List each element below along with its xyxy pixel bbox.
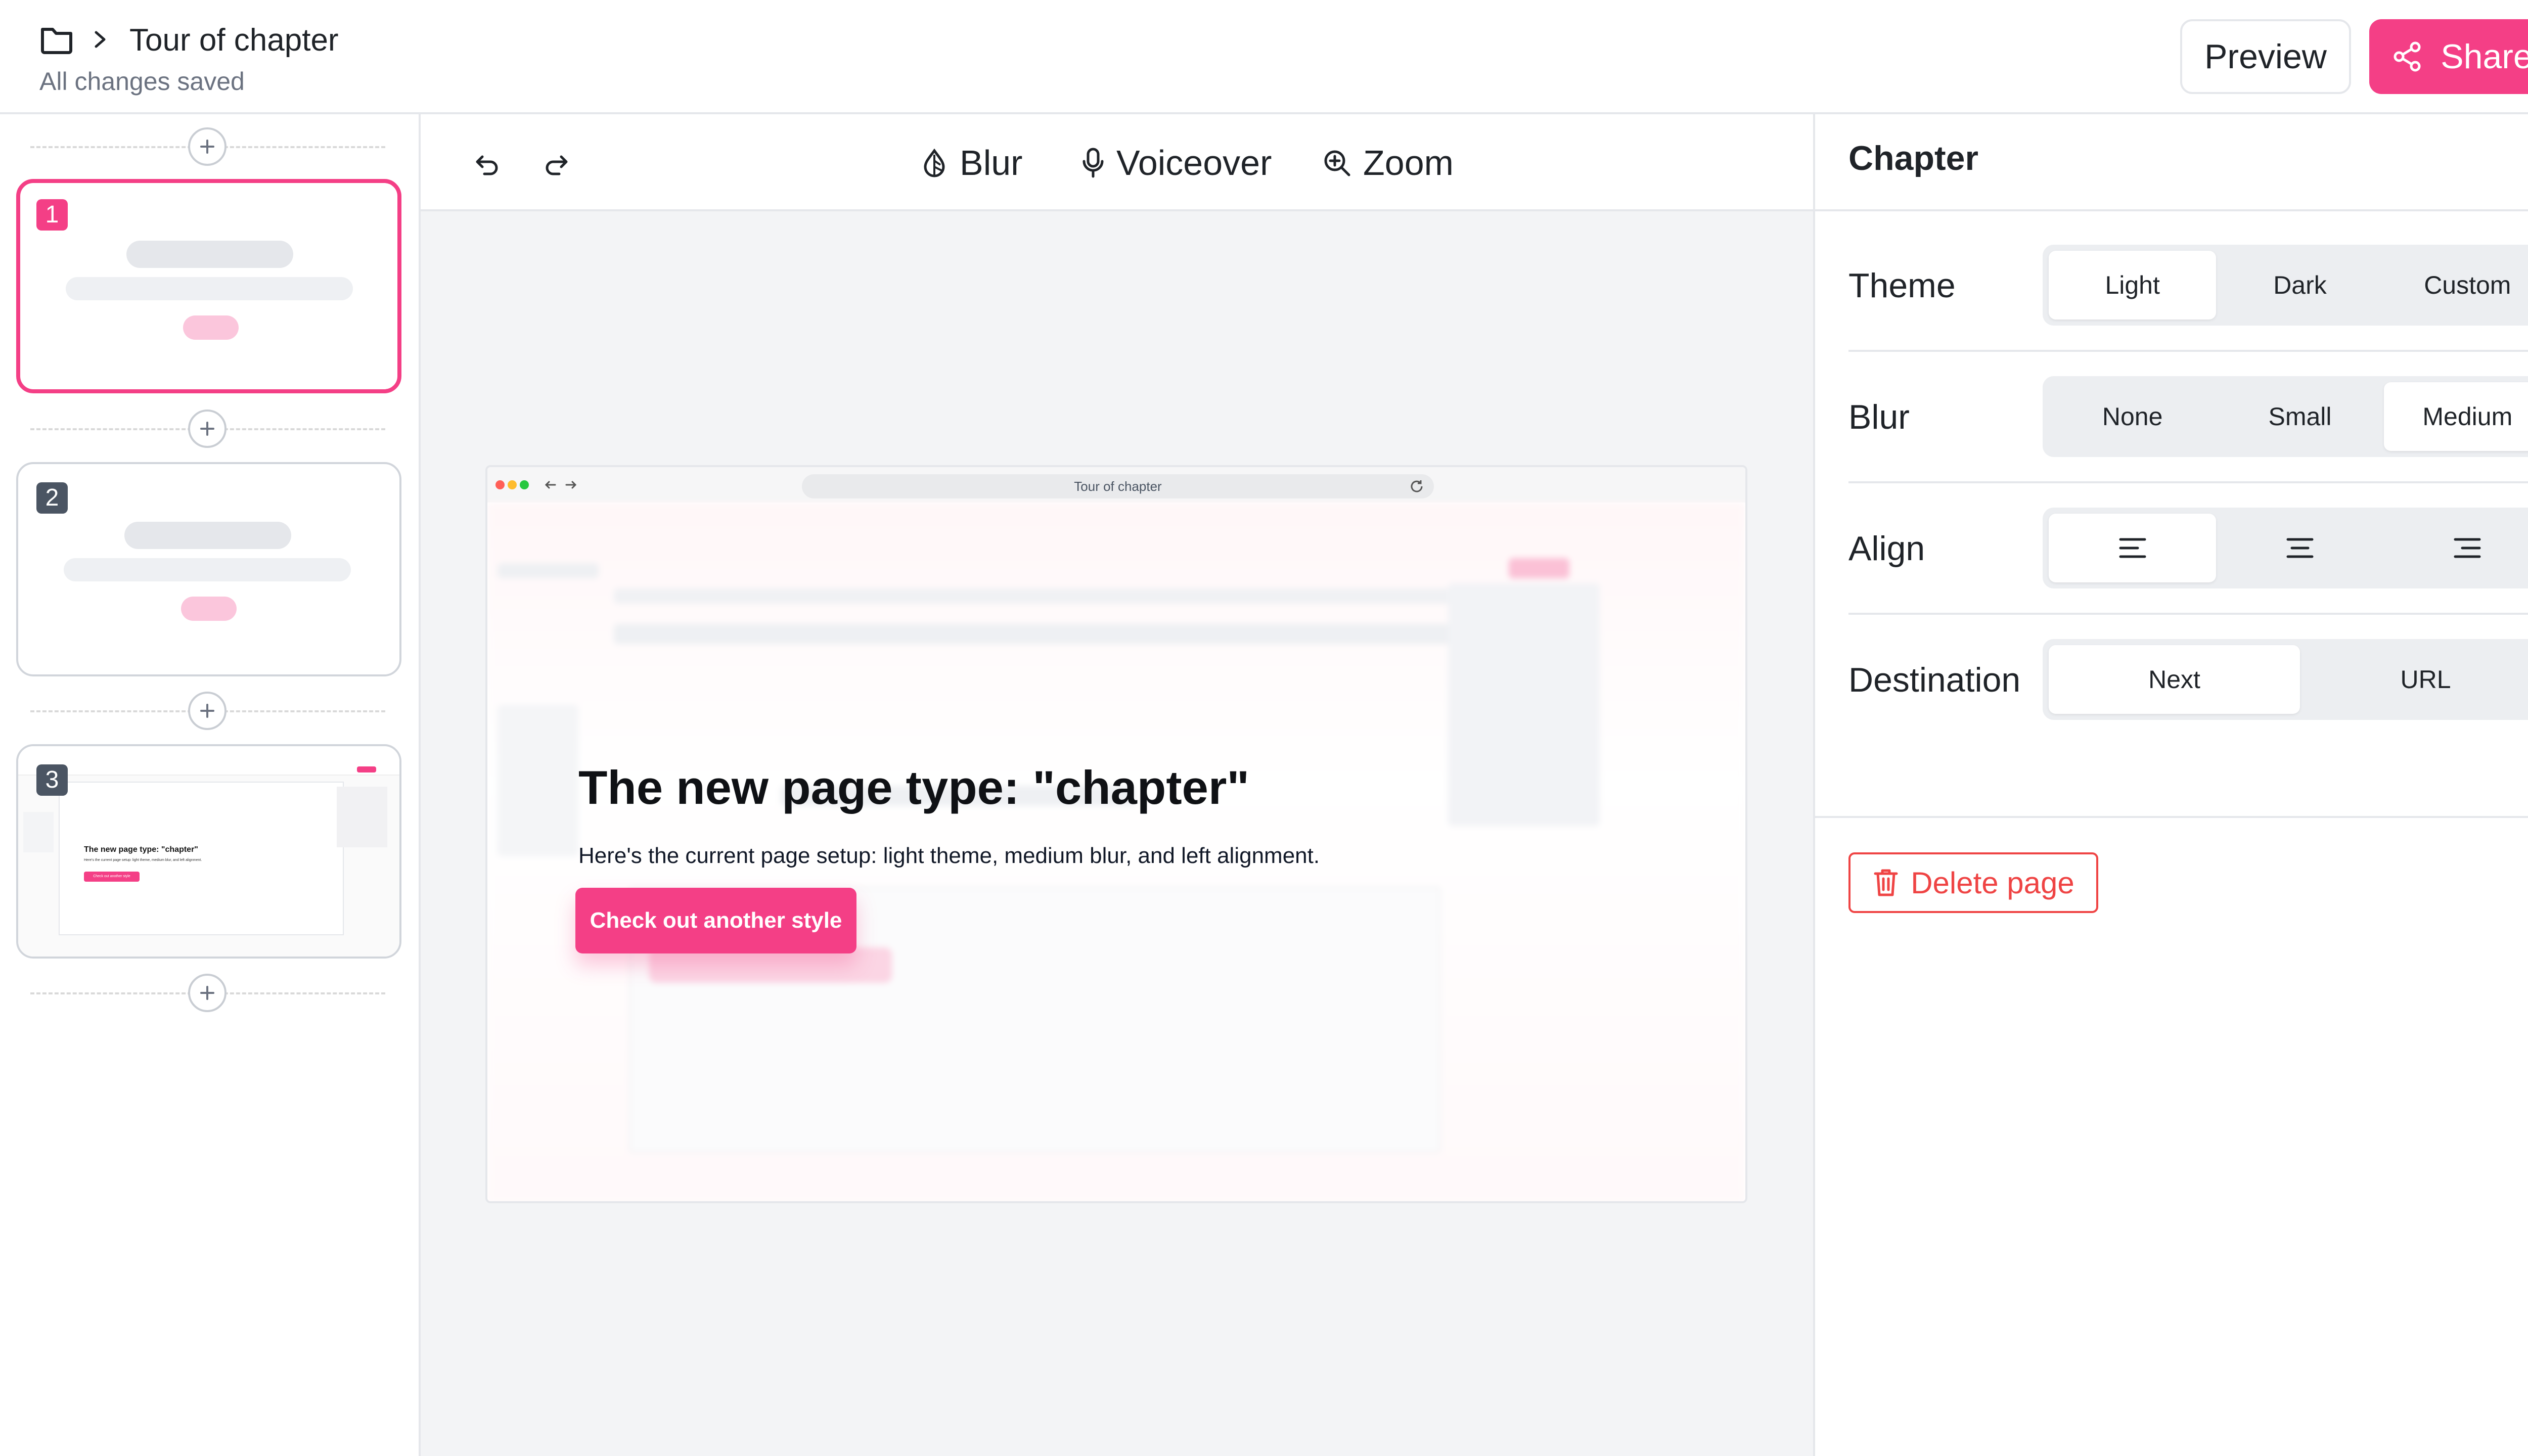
top-header: Tour of chapter All changes saved Previe…	[0, 0, 2528, 114]
zoom-label: Zoom	[1363, 143, 1454, 183]
align-selector	[2043, 508, 2528, 588]
folder-icon[interactable]	[39, 24, 74, 55]
blur-option-medium[interactable]: Medium	[2383, 382, 2528, 451]
destination-label: Destination	[1848, 661, 2021, 699]
page-number: 1	[36, 199, 68, 231]
add-page-row	[30, 974, 385, 1012]
zoom-icon	[1322, 148, 1352, 178]
share-icon	[2392, 41, 2423, 72]
thumb-button: Check out another style	[84, 872, 140, 882]
page-preview: Tour of chapter The new page type: "chap…	[485, 465, 1747, 1203]
theme-option-custom[interactable]: Custom	[2384, 251, 2528, 320]
thumb-text: Here's the current page setup: light the…	[84, 858, 202, 862]
plus-icon[interactable]	[188, 974, 227, 1012]
redo-icon[interactable]	[542, 147, 574, 179]
back-icon	[543, 477, 558, 492]
save-status: All changes saved	[39, 67, 245, 96]
voiceover-label: Voiceover	[1116, 143, 1272, 183]
forward-icon	[563, 477, 578, 492]
add-page-row	[30, 692, 385, 730]
blur-label: Blur	[1848, 398, 1910, 436]
page-number: 2	[36, 482, 68, 514]
add-page-row	[30, 127, 385, 166]
theme-selector: Light Dark Custom	[2043, 245, 2528, 326]
chevron-right-icon	[91, 28, 109, 51]
thumb-title: The new page type: "chapter"	[84, 845, 198, 854]
share-button[interactable]: Share	[2369, 19, 2528, 94]
chapter-description[interactable]: Here's the current page setup: light the…	[578, 843, 1320, 869]
destination-option-url[interactable]: URL	[2300, 645, 2528, 714]
chapter-cta-button[interactable]: Check out another style	[575, 888, 856, 953]
trash-icon	[1872, 868, 1900, 898]
blur-button[interactable]: Blur	[920, 143, 1022, 183]
destination-option-next[interactable]: Next	[2049, 645, 2300, 714]
destination-selector: Next URL	[2043, 639, 2528, 720]
browser-bar: Tour of chapter	[487, 467, 1745, 503]
page-thumbnail-2[interactable]: 2	[16, 462, 401, 676]
microphone-icon	[1081, 147, 1105, 178]
url-title: Tour of chapter	[1074, 479, 1162, 494]
align-label: Align	[1848, 529, 1925, 568]
editor-canvas: Blur Voiceover Zoom Tour of chapter The …	[421, 114, 1813, 1456]
plus-icon[interactable]	[188, 127, 227, 166]
theme-option-light[interactable]: Light	[2049, 251, 2217, 320]
preview-button[interactable]: Preview	[2180, 19, 2351, 94]
align-left-icon[interactable]	[2049, 514, 2217, 582]
page-thumbnail-1[interactable]: 1	[16, 179, 401, 393]
document-title[interactable]: Tour of chapter	[129, 20, 339, 61]
plus-icon[interactable]	[188, 692, 227, 730]
align-center-icon[interactable]	[2216, 514, 2383, 582]
add-page-row	[30, 410, 385, 448]
chapter-title[interactable]: The new page type: "chapter"	[578, 760, 1249, 815]
blur-icon	[920, 148, 949, 178]
preview-label: Preview	[2204, 37, 2327, 76]
delete-page-button[interactable]: Delete page	[1848, 852, 2098, 913]
page-number: 3	[36, 764, 68, 796]
voiceover-button[interactable]: Voiceover	[1081, 143, 1272, 183]
share-label: Share	[2441, 37, 2528, 76]
properties-panel: Chapter Theme Light Dark Custom Blur Non…	[1813, 114, 2528, 1456]
blur-selector: None Small Medium	[2043, 376, 2528, 457]
undo-icon[interactable]	[469, 147, 502, 179]
blur-option-none[interactable]: None	[2049, 382, 2216, 451]
reload-icon	[1409, 478, 1425, 494]
theme-label: Theme	[1848, 266, 1956, 305]
panel-title: Chapter	[1848, 139, 1978, 177]
blur-label: Blur	[960, 143, 1023, 183]
delete-page-label: Delete page	[1911, 866, 2074, 900]
theme-option-dark[interactable]: Dark	[2216, 251, 2383, 320]
align-right-icon[interactable]	[2384, 514, 2528, 582]
blur-option-small[interactable]: Small	[2216, 382, 2383, 451]
plus-icon[interactable]	[188, 410, 227, 448]
zoom-button[interactable]: Zoom	[1322, 143, 1454, 183]
page-sidebar: 1 2 3 The new page type: "chapter" Here'…	[0, 114, 421, 1456]
url-bar: Tour of chapter	[802, 474, 1434, 498]
page-thumbnail-3[interactable]: 3 The new page type: "chapter" Here's th…	[16, 744, 401, 959]
canvas-toolbar: Blur Voiceover Zoom	[421, 114, 1813, 211]
